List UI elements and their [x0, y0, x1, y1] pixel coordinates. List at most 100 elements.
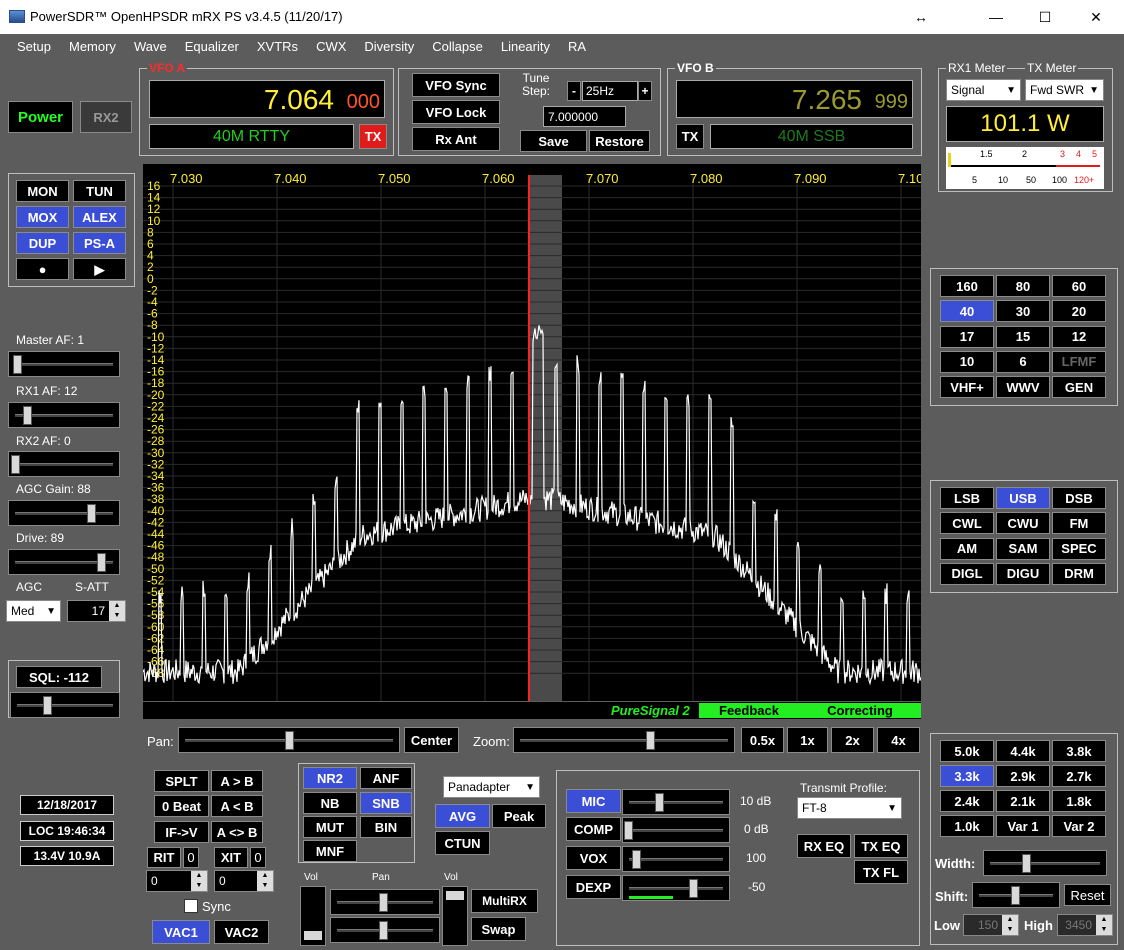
psa-button[interactable]: PS-A	[73, 232, 126, 254]
pan-rx2-slider[interactable]	[330, 917, 440, 943]
tx-eq-button[interactable]: TX EQ	[854, 834, 908, 858]
xit-spinner[interactable]: 0 ▲ ▼	[214, 870, 274, 892]
tun-button[interactable]: TUN	[73, 180, 126, 202]
rx2-button[interactable]: RX2	[80, 101, 132, 133]
comp-button[interactable]: COMP	[566, 817, 621, 841]
dexp-slider[interactable]	[622, 875, 730, 901]
band-button-gen[interactable]: GEN	[1052, 376, 1106, 399]
filter-button-3-8k[interactable]: 3.8k	[1052, 740, 1106, 762]
vfo-b-frequency[interactable]: 7.265 999	[676, 80, 913, 118]
mode-button-digu[interactable]: DIGU	[996, 562, 1050, 585]
mode-button-am[interactable]: AM	[940, 537, 994, 560]
agc-gain-slider[interactable]	[8, 500, 120, 526]
zoom-slider[interactable]	[513, 727, 735, 753]
filter-button-var-2[interactable]: Var 2	[1052, 815, 1106, 837]
mode-button-dsb[interactable]: DSB	[1052, 487, 1106, 509]
vox-button[interactable]: VOX	[566, 846, 621, 870]
mode-button-fm[interactable]: FM	[1052, 512, 1106, 535]
peak-button[interactable]: Peak	[492, 804, 546, 828]
resize-icon[interactable]: ↔	[898, 0, 944, 34]
band-button-vhf-[interactable]: VHF+	[940, 376, 994, 399]
mode-button-cwu[interactable]: CWU	[996, 512, 1050, 535]
transmit-profile-select[interactable]: FT-8 ▼	[797, 797, 902, 819]
vox-slider[interactable]	[622, 846, 730, 872]
satt-spinner[interactable]: 17 ▲ ▼	[67, 600, 126, 622]
pan-rx1-slider[interactable]	[330, 889, 440, 915]
rit-spinner[interactable]: 0 ▲ ▼	[146, 870, 208, 892]
mode-button-cwl[interactable]: CWL	[940, 512, 994, 535]
menu-linearity[interactable]: Linearity	[492, 34, 559, 60]
close-button[interactable]: ✕	[1073, 0, 1119, 34]
a-to-b-button[interactable]: A > B	[211, 770, 263, 792]
spin-arrows-icon[interactable]: ▲ ▼	[1002, 915, 1018, 935]
panadapter-display[interactable]: 7.030 7.040 7.050 7.060 7.070 7.080 7.090 7.10 1…	[143, 164, 921, 701]
vfo-b-tx-button[interactable]: TX	[676, 124, 704, 149]
band-button-160[interactable]: 160	[940, 275, 994, 297]
anf-button[interactable]: ANF	[360, 767, 412, 789]
rit-button[interactable]: RIT	[147, 847, 181, 868]
menu-memory[interactable]: Memory	[60, 34, 125, 60]
spin-arrows-icon[interactable]: ▲ ▼	[191, 871, 207, 891]
mode-button-drm[interactable]: DRM	[1052, 562, 1106, 585]
nr2-button[interactable]: NR2	[303, 767, 357, 789]
avg-button[interactable]: AVG	[435, 804, 490, 828]
play-button[interactable]: ▶	[73, 258, 126, 280]
band-button-lfmf[interactable]: LFMF	[1052, 350, 1106, 373]
mut-button[interactable]: MUT	[303, 816, 357, 838]
band-button-12[interactable]: 12	[1052, 325, 1106, 348]
freq-entry[interactable]: 7.000000	[543, 106, 626, 127]
squelch-button[interactable]: SQL: -112	[16, 666, 102, 688]
menu-cwx[interactable]: CWX	[307, 34, 355, 60]
tx-meter-select[interactable]: Fwd SWR ▼	[1025, 79, 1104, 101]
mode-button-digl[interactable]: DIGL	[940, 562, 994, 585]
record-button[interactable]: ●	[16, 258, 69, 280]
vol2-slider[interactable]	[442, 886, 468, 946]
band-button-wwv[interactable]: WWV	[996, 376, 1050, 399]
vac2-button[interactable]: VAC2	[214, 920, 269, 944]
filter-button-2-4k[interactable]: 2.4k	[940, 790, 994, 812]
band-button-80[interactable]: 80	[996, 275, 1050, 297]
mic-slider[interactable]	[622, 789, 730, 815]
spin-arrows-icon[interactable]: ▲ ▼	[109, 601, 125, 621]
menu-ra[interactable]: RA	[559, 34, 595, 60]
rx2-af-slider[interactable]	[8, 451, 120, 477]
filter-button-2-7k[interactable]: 2.7k	[1052, 765, 1106, 787]
pan-slider[interactable]	[178, 727, 400, 753]
if-to-v-button[interactable]: IF->V	[154, 821, 209, 843]
menu-diversity[interactable]: Diversity	[355, 34, 423, 60]
zoom-2x-button[interactable]: 2x	[831, 727, 874, 753]
power-button[interactable]: Power	[8, 101, 73, 133]
sync-checkbox[interactable]	[184, 899, 198, 913]
master-af-slider[interactable]	[8, 351, 120, 377]
band-button-30[interactable]: 30	[996, 300, 1050, 323]
band-button-10[interactable]: 10	[940, 350, 994, 373]
zoom-4x-button[interactable]: 4x	[877, 727, 920, 753]
mic-button[interactable]: MIC	[566, 789, 621, 813]
band-button-15[interactable]: 15	[996, 325, 1050, 348]
filter-button-4-4k[interactable]: 4.4k	[996, 740, 1050, 762]
mnf-button[interactable]: MNF	[303, 840, 357, 862]
agc-select[interactable]: Med ▼	[6, 600, 61, 622]
menu-equalizer[interactable]: Equalizer	[176, 34, 248, 60]
filter-button-3-3k[interactable]: 3.3k	[940, 765, 994, 787]
spin-arrows-icon[interactable]: ▲ ▼	[257, 871, 273, 891]
xit-button[interactable]: XIT	[214, 847, 248, 868]
dexp-button[interactable]: DEXP	[566, 875, 621, 899]
snb-button[interactable]: SNB	[360, 792, 412, 814]
filter-button-2-9k[interactable]: 2.9k	[996, 765, 1050, 787]
vol1-slider[interactable]	[300, 886, 326, 946]
vfo-sync-button[interactable]: VFO Sync	[412, 73, 500, 97]
vfo-lock-button[interactable]: VFO Lock	[412, 100, 500, 124]
band-button-20[interactable]: 20	[1052, 300, 1106, 323]
rx1-af-slider[interactable]	[8, 402, 120, 428]
nb-button[interactable]: NB	[303, 792, 357, 814]
vfo-a-frequency[interactable]: 7.064 000	[149, 80, 385, 118]
rx-ant-button[interactable]: Rx Ant	[412, 127, 500, 151]
low-spinner[interactable]: 150 ▲ ▼	[963, 914, 1019, 936]
filter-button-2-1k[interactable]: 2.1k	[996, 790, 1050, 812]
reset-button[interactable]: Reset	[1064, 884, 1111, 906]
center-button[interactable]: Center	[404, 727, 459, 753]
zoom-1x-button[interactable]: 1x	[787, 727, 828, 753]
filter-button-1-0k[interactable]: 1.0k	[940, 815, 994, 837]
band-button-40[interactable]: 40	[940, 300, 994, 323]
